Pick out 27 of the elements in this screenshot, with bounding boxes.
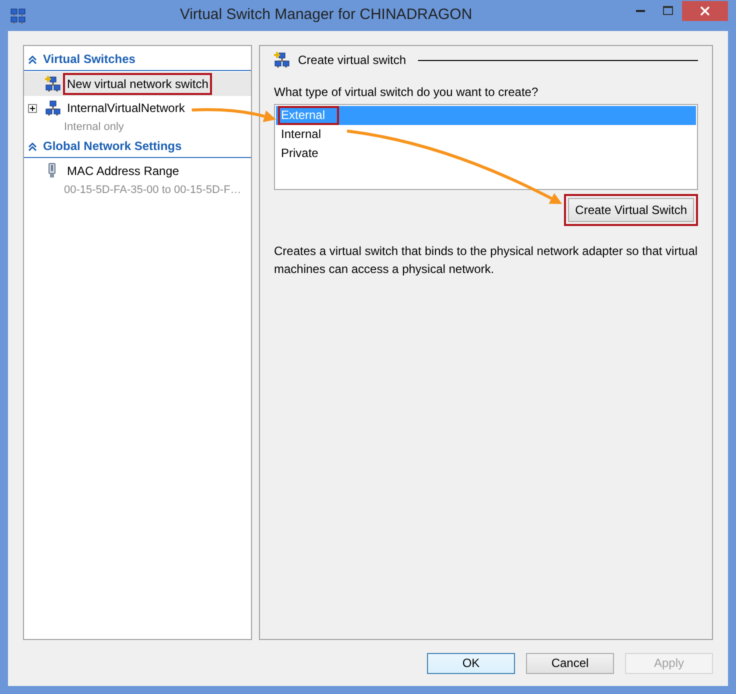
maximize-icon (663, 6, 673, 16)
close-button[interactable] (682, 1, 728, 21)
tree-item[interactable]: New virtual network switch (24, 72, 251, 96)
tree-item[interactable]: MAC Address Range (24, 159, 251, 183)
app-icon (10, 8, 26, 24)
close-icon (700, 6, 710, 16)
ok-button[interactable]: OK (427, 652, 515, 674)
list-option[interactable]: Internal (276, 125, 340, 144)
section-title: Global Network Settings (43, 138, 182, 155)
network-add-icon (274, 52, 290, 68)
question-label: What type of virtual switch do you want to create? (274, 84, 540, 101)
list-option[interactable]: Private (276, 144, 338, 163)
network-add-icon (45, 76, 61, 92)
collapse-icon[interactable] (28, 142, 37, 150)
tree-item-detail: Internal only (63, 120, 125, 135)
expand-icon[interactable] (28, 104, 37, 112)
section-title: Virtual Switches (43, 51, 136, 68)
minimize-icon (636, 10, 644, 12)
description-text: Creates a virtual switch that binds to the physical network adapter so that virtual machines can access a physical network. (274, 243, 698, 278)
group-title: Create virtual switch (298, 52, 406, 69)
collapse-icon[interactable] (28, 54, 37, 64)
dialog-button[interactable]: Cancel (526, 652, 614, 674)
create-button[interactable]: Create Virtual Switch (568, 198, 694, 222)
window-title: Virtual Switch Manager for CHINADRAGON (178, 5, 474, 26)
tree-item[interactable]: InternalVirtualNetwork (24, 96, 251, 120)
network-icon (45, 100, 61, 116)
tree-item-detail: 00-15-5D-FA-35-00 to 00-15-5D-F… (63, 183, 242, 198)
